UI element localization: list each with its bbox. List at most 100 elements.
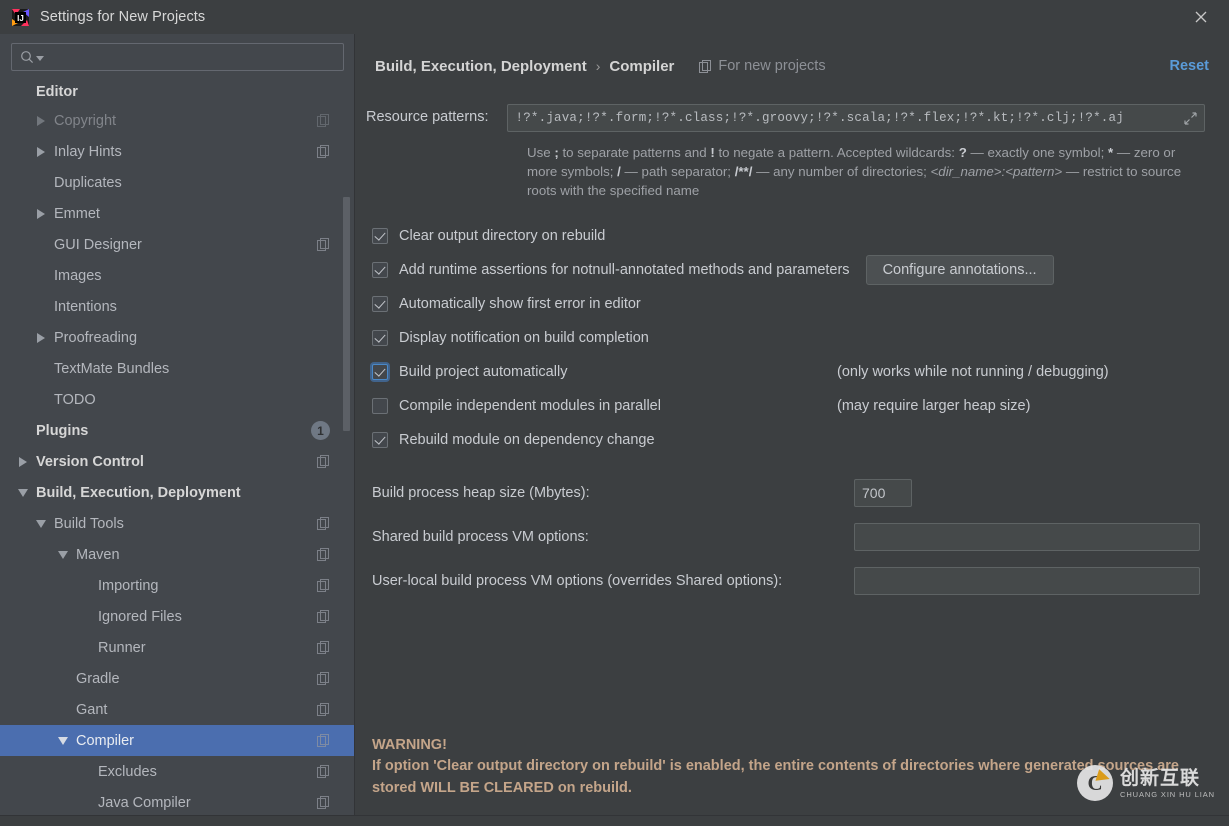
chevron-down-icon[interactable]	[18, 486, 31, 499]
breadcrumb-root[interactable]: Build, Execution, Deployment	[375, 58, 587, 75]
input-shared-build-process-vm-options[interactable]	[854, 523, 1200, 551]
sidebar-item-copyright[interactable]: Copyright	[0, 105, 354, 136]
chevron-right-icon[interactable]	[36, 207, 49, 220]
sidebar-item-maven[interactable]: Maven	[0, 539, 354, 570]
sidebar-item-build-tools[interactable]: Build Tools	[0, 508, 354, 539]
copy-settings-icon[interactable]	[317, 114, 330, 127]
sidebar-item-intentions[interactable]: Intentions	[0, 291, 354, 322]
sidebar-item-plugins[interactable]: Plugins 1	[0, 415, 354, 446]
checkbox-label[interactable]: Add runtime assertions for notnull-annot…	[399, 262, 850, 278]
input-build-process-heap-size-mbytes[interactable]	[854, 479, 912, 507]
compiler-field-group: Build process heap size (Mbytes): Shared …	[366, 471, 1205, 603]
sidebar-item-compiler[interactable]: Compiler	[0, 725, 354, 756]
search-input[interactable]	[48, 48, 335, 66]
close-icon[interactable]	[1172, 0, 1229, 34]
checkbox-label[interactable]: Automatically show first error in editor	[399, 296, 641, 312]
hint-globstar: /**/	[734, 164, 753, 179]
copy-settings-icon[interactable]	[317, 579, 330, 592]
sidebar-item-build-execution-deployment[interactable]: Build, Execution, Deployment	[0, 477, 354, 508]
chevron-right-icon[interactable]	[36, 145, 49, 158]
checkbox-label[interactable]: Display notification on build completion	[399, 330, 649, 346]
hint-dirname: <dir_name>:<pattern>	[930, 164, 1063, 179]
svg-text:IJ: IJ	[17, 14, 24, 23]
checkbox-row: Display notification on build completion	[372, 321, 1205, 355]
checkbox-clear-output-directory-on-rebuild[interactable]	[372, 228, 388, 244]
configure-annotations-button[interactable]: Configure annotations...	[865, 255, 1054, 285]
hint-seg-3: to negate a pattern. Accepted wildcards:	[714, 145, 959, 160]
sidebar-item-ignored-files[interactable]: Ignored Files	[0, 601, 354, 632]
resource-patterns-value: !?*.java;!?*.form;!?*.class;!?*.groovy;!…	[515, 111, 1124, 125]
sidebar-item-importing[interactable]: Importing	[0, 570, 354, 601]
sidebar-item-label: GUI Designer	[54, 236, 142, 253]
copy-settings-icon[interactable]	[317, 145, 330, 158]
copy-settings-icon[interactable]	[317, 455, 330, 468]
field-row: User-local build process VM options (ove…	[372, 559, 1205, 603]
copy-settings-icon[interactable]	[317, 610, 330, 623]
reset-link[interactable]: Reset	[1170, 58, 1210, 74]
chevron-down-icon[interactable]	[36, 517, 49, 530]
chevron-right-icon[interactable]	[36, 114, 49, 127]
chevron-right-icon[interactable]	[18, 455, 31, 468]
sidebar-item-label: Java Compiler	[98, 794, 191, 811]
checkbox-add-runtime-assertions-for-notnull-annotated-methods-and-parameters[interactable]	[372, 262, 388, 278]
sidebar-item-java-compiler[interactable]: Java Compiler	[0, 787, 354, 815]
sidebar-item-gui-designer[interactable]: GUI Designer	[0, 229, 354, 260]
settings-tree[interactable]: Copyright Inlay Hints Duplicates Emmet GUI D…	[0, 79, 354, 815]
expand-icon[interactable]	[1180, 107, 1200, 129]
chevron-down-icon[interactable]	[58, 548, 71, 561]
input-user-local-build-process-vm-options-over[interactable]	[854, 567, 1200, 595]
copy-settings-icon[interactable]	[317, 672, 330, 685]
copy-settings-icon[interactable]	[317, 734, 330, 747]
settings-sidebar: Copyright Inlay Hints Duplicates Emmet GUI D…	[0, 34, 355, 815]
chevron-down-icon[interactable]	[58, 734, 71, 747]
sidebar-item-duplicates[interactable]: Duplicates	[0, 167, 354, 198]
checkbox-label[interactable]: Build project automatically	[399, 364, 567, 380]
checkbox-label[interactable]: Compile independent modules in parallel	[399, 398, 661, 414]
checkbox-build-project-automatically[interactable]	[372, 364, 388, 380]
sidebar-item-label: Ignored Files	[98, 608, 182, 625]
checkbox-display-notification-on-build-completion[interactable]	[372, 330, 388, 346]
sidebar-item-images[interactable]: Images	[0, 260, 354, 291]
sidebar-item-proofreading[interactable]: Proofreading	[0, 322, 354, 353]
hint-seg-6: — path separator;	[620, 164, 735, 179]
search-box[interactable]	[11, 43, 344, 71]
chevron-right-icon[interactable]	[36, 331, 49, 344]
copy-settings-icon[interactable]	[317, 765, 330, 778]
sidebar-item-gant[interactable]: Gant	[0, 694, 354, 725]
copy-settings-icon[interactable]	[317, 796, 330, 809]
sidebar-item-inlay-hints[interactable]: Inlay Hints	[0, 136, 354, 167]
settings-main-panel: Build, Execution, Deployment › Compiler …	[355, 34, 1229, 815]
watermark-cn: 创新互联	[1120, 766, 1201, 789]
checkbox-label[interactable]: Clear output directory on rebuild	[399, 228, 605, 244]
copy-settings-icon[interactable]	[317, 641, 330, 654]
checkbox-row: Clear output directory on rebuild	[372, 219, 1205, 253]
sidebar-item-runner[interactable]: Runner	[0, 632, 354, 663]
sidebar-item-version-control[interactable]: Version Control	[0, 446, 354, 477]
sidebar-scrollbar-thumb[interactable]	[343, 197, 350, 431]
field-label: Shared build process VM options:	[372, 529, 589, 545]
sidebar-item-todo[interactable]: TODO	[0, 384, 354, 415]
sidebar-item-gradle[interactable]: Gradle	[0, 663, 354, 694]
sidebar-item-label: Intentions	[54, 298, 117, 315]
resource-patterns-input[interactable]: !?*.java;!?*.form;!?*.class;!?*.groovy;!…	[506, 104, 1205, 132]
checkbox-note: (only works while not running / debuggin…	[837, 364, 1109, 380]
watermark-text: 创新互联 CHUANG XIN HU LIAN	[1120, 768, 1215, 799]
sidebar-item-textmate-bundles[interactable]: TextMate Bundles	[0, 353, 354, 384]
field-row: Build process heap size (Mbytes):	[372, 471, 1205, 515]
checkbox-label[interactable]: Rebuild module on dependency change	[399, 432, 655, 448]
checkbox-compile-independent-modules-in-parallel[interactable]	[372, 398, 388, 414]
resource-patterns-hint: Use ; to separate patterns and ! to nega…	[527, 143, 1207, 200]
sidebar-item-excludes[interactable]: Excludes	[0, 756, 354, 787]
checkbox-rebuild-module-on-dependency-change[interactable]	[372, 432, 388, 448]
sidebar-item-label: Compiler	[76, 732, 135, 749]
copy-settings-icon[interactable]	[317, 517, 330, 530]
hint-question: ?	[958, 145, 967, 160]
copy-settings-icon[interactable]	[317, 548, 330, 561]
sidebar-item-emmet[interactable]: Emmet	[0, 198, 354, 229]
copy-settings-icon[interactable]	[317, 238, 330, 251]
sidebar-item-label: Emmet	[54, 205, 100, 222]
copy-settings-icon[interactable]	[317, 703, 330, 716]
chevron-down-icon	[36, 56, 44, 61]
for-new-projects-text: For new projects	[718, 58, 826, 74]
checkbox-automatically-show-first-error-in-editor[interactable]	[372, 296, 388, 312]
